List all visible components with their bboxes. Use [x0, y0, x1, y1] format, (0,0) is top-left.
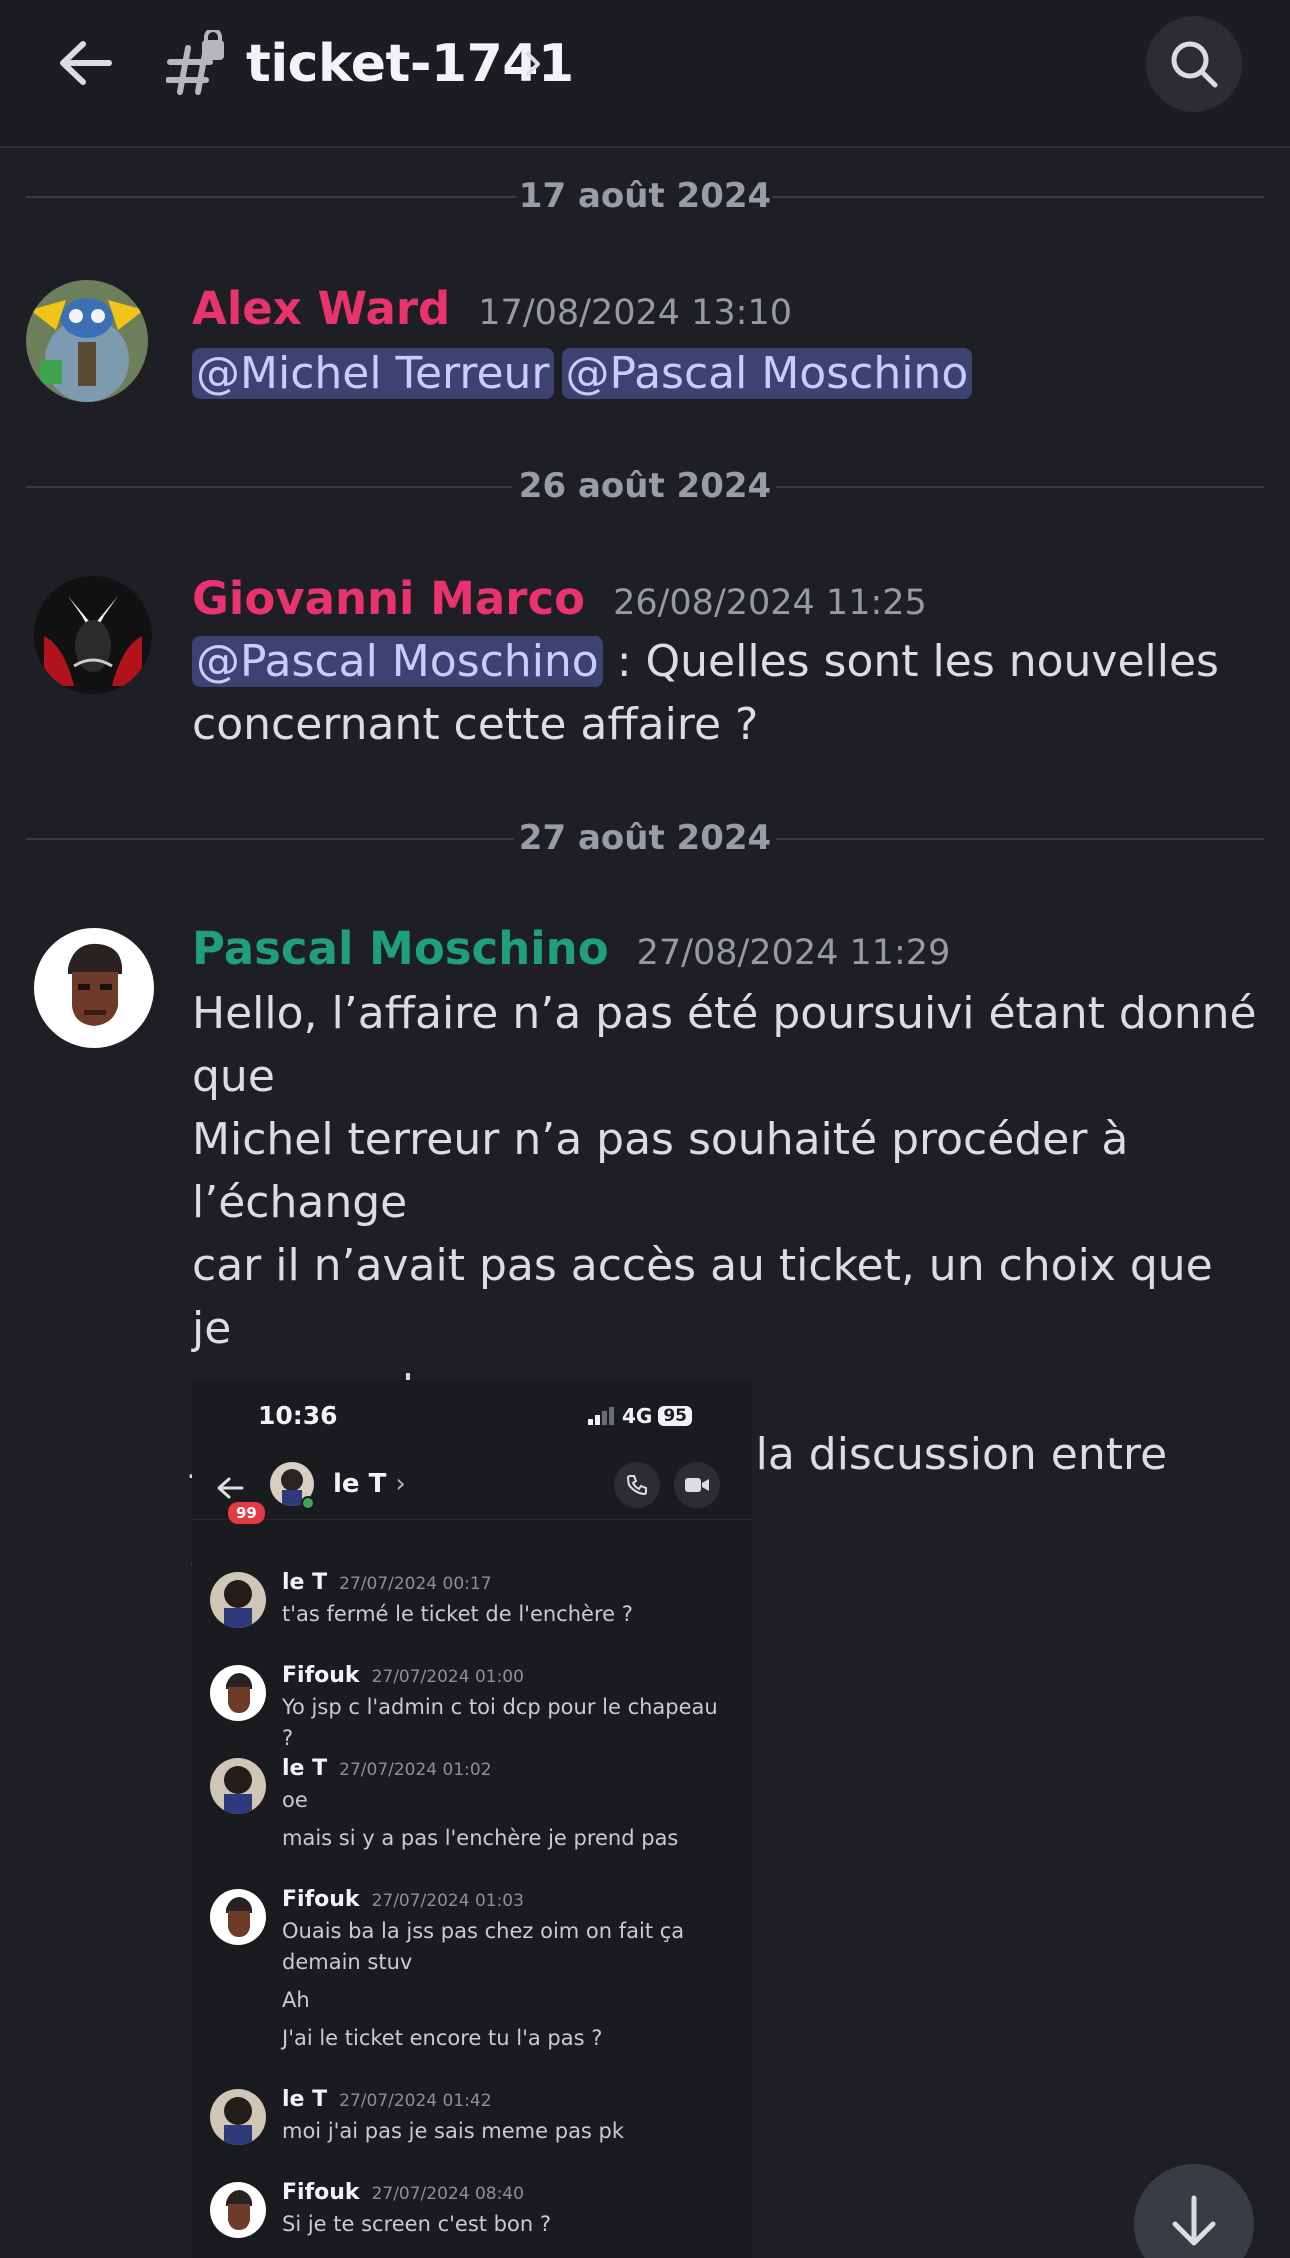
phone-icon [626, 1475, 647, 1496]
embed-avatar-le-t [210, 2089, 266, 2145]
embed-timestamp: 27/07/2024 01:03 [371, 1891, 524, 1911]
date-divider-label: 27 août 2024 [518, 818, 772, 858]
message-text-line: car il n’avait pas accès au ticket, un c… [192, 1240, 1213, 1354]
video-call-button[interactable] [674, 1462, 720, 1508]
date-divider: 26 août 2024 [26, 456, 1264, 516]
dm-title[interactable]: le T › [333, 1466, 406, 1502]
video-camera-icon [685, 1478, 709, 1492]
battery-level: 95 [658, 1406, 693, 1426]
avatar-image [26, 280, 148, 402]
embed-timestamp: 27/07/2024 00:17 [339, 1574, 492, 1594]
embed-timestamp: 27/07/2024 08:40 [371, 2184, 524, 2204]
message-content: @Pascal Moschino : Quelles sont les nouv… [192, 630, 1262, 756]
arrow-down-icon [1172, 2195, 1216, 2246]
embed-avatar-fifouk [210, 1665, 266, 1721]
date-divider-label: 17 août 2024 [518, 176, 772, 216]
image-attachment[interactable]: 10:36 4G 95 99 le T › le T 27/07/2024 00… [192, 1380, 752, 2258]
message-header: Alex Ward 17/08/2024 13:10 [192, 280, 792, 342]
embed-author: le T [282, 2087, 328, 2112]
embed-message-text: demain stuv [282, 1950, 413, 1974]
back-arrow-icon[interactable] [216, 1476, 244, 1500]
embed-author: Fifouk [282, 1663, 360, 1688]
date-divider: 17 août 2024 [26, 166, 1264, 226]
dm-title-label: le T [333, 1469, 387, 1499]
chevron-right-icon[interactable] [522, 46, 546, 82]
embed-message-text: Si je te screen c'est bon ? [282, 2212, 551, 2236]
avatar-image [34, 576, 152, 694]
status-bar-indicators: 4G 95 [588, 1404, 693, 1428]
embed-message-text: mais si y a pas l'enchère je prend pas [282, 1826, 679, 1850]
embed-message-header: le T 27/07/2024 01:42 [282, 2085, 492, 2116]
message-content: @Michel Terreur @Pascal Moschino [192, 342, 1262, 405]
embed-author: le T [282, 1756, 328, 1781]
status-bar-time: 10:36 [258, 1401, 338, 1430]
embed-message-text: oe [282, 1788, 308, 1812]
embed-author: Fifouk [282, 1887, 360, 1912]
message-text-line: Michel terreur n’a pas souhaité procéder… [192, 1114, 1129, 1228]
user-mention[interactable]: @Pascal Moschino [561, 348, 973, 399]
network-type: 4G [622, 1404, 653, 1428]
author-name[interactable]: Giovanni Marco [192, 570, 585, 628]
embed-message-header: Fifouk 27/07/2024 08:40 [282, 2178, 524, 2209]
author-name[interactable]: Pascal Moschino [192, 920, 609, 978]
jump-to-bottom-button[interactable] [1134, 2164, 1254, 2258]
embed-message-text: moi j'ai pas je sais meme pas pk [282, 2119, 625, 2143]
message-header: Giovanni Marco 26/08/2024 11:25 [192, 570, 927, 632]
embed-avatar-fifouk [210, 2182, 266, 2238]
embed-message-text: t'as fermé le ticket de l'enchère ? [282, 1602, 633, 1626]
avatar-alex-ward[interactable] [26, 280, 148, 402]
date-divider-label: 26 août 2024 [518, 466, 772, 506]
chevron-right-icon: › [395, 1469, 406, 1499]
search-icon [1171, 41, 1218, 88]
message-text: concernant cette affaire ? [192, 699, 759, 750]
back-button[interactable] [50, 28, 120, 98]
message-timestamp: 27/08/2024 11:29 [636, 933, 951, 973]
embed-avatar-fifouk [210, 1889, 266, 1945]
back-arrow-icon [60, 41, 112, 85]
avatar-giovanni-marco[interactable] [34, 576, 152, 694]
avatar-image [34, 928, 154, 1048]
user-mention[interactable]: @Pascal Moschino [192, 636, 603, 687]
dm-header: 99 le T › [192, 1462, 752, 1524]
embed-message-text: J'ai le ticket encore tu l'a pas ? [282, 2026, 603, 2050]
signal-icon [588, 1407, 614, 1425]
embed-message-header: Fifouk 27/07/2024 01:03 [282, 1885, 524, 1916]
channel-header: ticket-1741 [0, 0, 1290, 148]
author-name[interactable]: Alex Ward [192, 280, 450, 338]
message-timestamp: 26/08/2024 11:25 [613, 583, 927, 623]
embed-message-header: le T 27/07/2024 01:02 [282, 1754, 492, 1785]
embed-timestamp: 27/07/2024 01:00 [371, 1667, 524, 1687]
date-divider: 27 août 2024 [26, 808, 1264, 868]
embed-avatar-le-t [210, 1572, 266, 1628]
embed-timestamp: 27/07/2024 01:02 [339, 1760, 492, 1780]
embed-message-header: Fifouk 27/07/2024 01:00 [282, 1661, 524, 1692]
message-text: : Quelles sont les nouvelles [602, 636, 1219, 687]
search-button[interactable] [1146, 16, 1242, 112]
embed-message-text: Ah [282, 1988, 310, 2012]
message-timestamp: 17/08/2024 13:10 [478, 293, 792, 333]
embed-message-text: Ouais ba la jss pas chez oim on fait ça [282, 1919, 685, 1943]
message-text-line: Hello, l’affaire n’a pas été poursuivi é… [192, 988, 1257, 1102]
voice-call-button[interactable] [614, 1462, 660, 1508]
avatar-pascal-moschino[interactable] [34, 928, 154, 1048]
message-header: Pascal Moschino 27/08/2024 11:29 [192, 920, 950, 982]
embed-timestamp: 27/07/2024 01:42 [339, 2091, 492, 2111]
embed-author: Fifouk [282, 2180, 360, 2205]
thread-hash-lock-icon [166, 30, 224, 95]
embed-message-header: le T 27/07/2024 00:17 [282, 1568, 492, 1599]
user-mention[interactable]: @Michel Terreur [192, 348, 554, 399]
unread-badge: 99 [228, 1502, 265, 1524]
online-status-indicator [301, 1496, 315, 1510]
embed-avatar-le-t [210, 1758, 266, 1814]
embed-author: le T [282, 1570, 328, 1595]
embed-message-text: Yo jsp c l'admin c toi dcp pour le chape… [282, 1695, 718, 1750]
